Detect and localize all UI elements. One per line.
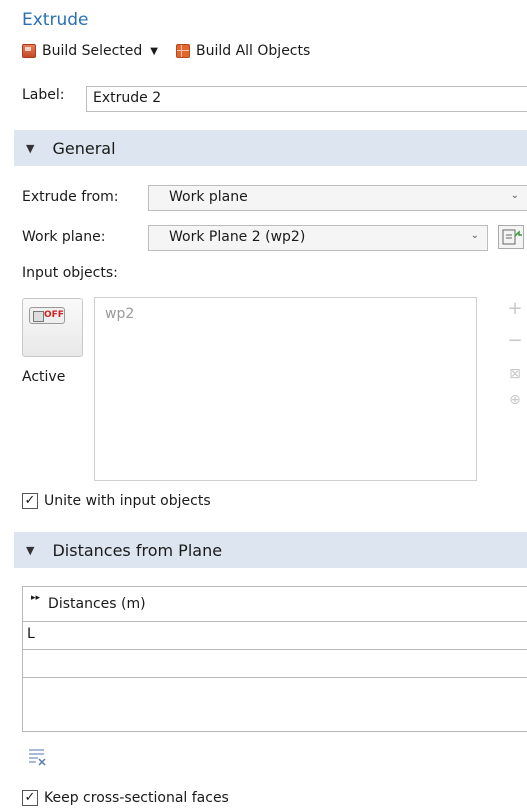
clear-selection-icon[interactable]: ⊠	[505, 366, 525, 382]
keep-faces-label: Keep cross-sectional faces	[44, 790, 229, 806]
section-general-header[interactable]: ▼ General	[14, 130, 527, 166]
work-plane-select[interactable]: Work Plane 2 (wp2) ⌄	[148, 225, 488, 251]
go-to-source-icon	[502, 229, 522, 245]
list-item[interactable]: wp2	[105, 306, 134, 322]
build-all-icon	[176, 44, 190, 58]
chevron-down-icon: ⌄	[470, 230, 479, 241]
keep-faces-checkbox[interactable]: ✓	[22, 790, 38, 806]
work-plane-label: Work plane:	[22, 229, 106, 245]
build-selected-dropdown-icon[interactable]: ▼	[150, 46, 158, 57]
extrude-from-value: Work plane	[169, 189, 248, 205]
active-toggle-button[interactable]: OFF	[22, 298, 83, 357]
table-header: ▸▸ Distances (m)	[23, 587, 527, 622]
column-header-distances: Distances (m)	[48, 596, 146, 612]
remove-icon[interactable]: −	[505, 330, 525, 351]
input-objects-label: Input objects:	[22, 265, 118, 281]
unite-label: Unite with input objects	[44, 493, 211, 509]
input-objects-list[interactable]: wp2	[94, 297, 477, 481]
extrude-from-select[interactable]: Work plane ⌄	[148, 185, 527, 211]
unite-with-input-objects[interactable]: ✓ Unite with input objects	[22, 493, 211, 509]
build-all-button[interactable]: Build All Objects	[176, 43, 310, 59]
expand-columns-icon[interactable]: ▸▸	[31, 593, 40, 603]
section-distances-header[interactable]: ▼ Distances from Plane	[14, 532, 527, 568]
section-distances-title: Distances from Plane	[52, 540, 223, 560]
label-field[interactable]: Extrude 2	[86, 86, 527, 112]
active-label: Active	[22, 369, 66, 385]
build-selected-button[interactable]: Build Selected	[22, 43, 142, 59]
page-title: Extrude	[22, 10, 89, 30]
build-all-label: Build All Objects	[196, 43, 311, 59]
extrude-from-label: Extrude from:	[22, 189, 119, 205]
add-icon[interactable]: +	[505, 298, 525, 319]
off-toggle-icon: OFF	[29, 307, 65, 324]
section-general-title: General	[52, 138, 116, 158]
table-row[interactable]: L	[23, 622, 527, 650]
zoom-selection-icon[interactable]: ⊕	[505, 392, 525, 408]
go-to-source-button[interactable]	[498, 225, 524, 249]
distances-table[interactable]: ▸▸ Distances (m) L	[22, 586, 527, 732]
collapse-icon: ▼	[26, 543, 35, 557]
build-selected-label: Build Selected	[42, 43, 143, 59]
label-caption: Label:	[22, 87, 65, 103]
unite-checkbox[interactable]: ✓	[22, 493, 38, 509]
collapse-icon: ▼	[26, 141, 35, 155]
toolbar: Build Selected ▼ Build All Objects	[22, 40, 310, 62]
work-plane-value: Work Plane 2 (wp2)	[169, 229, 306, 245]
clear-table-icon[interactable]	[26, 746, 50, 768]
table-row[interactable]	[23, 650, 527, 678]
build-selected-icon	[22, 44, 36, 58]
keep-cross-sectional-faces[interactable]: ✓ Keep cross-sectional faces	[22, 790, 229, 806]
chevron-down-icon: ⌄	[510, 190, 519, 201]
